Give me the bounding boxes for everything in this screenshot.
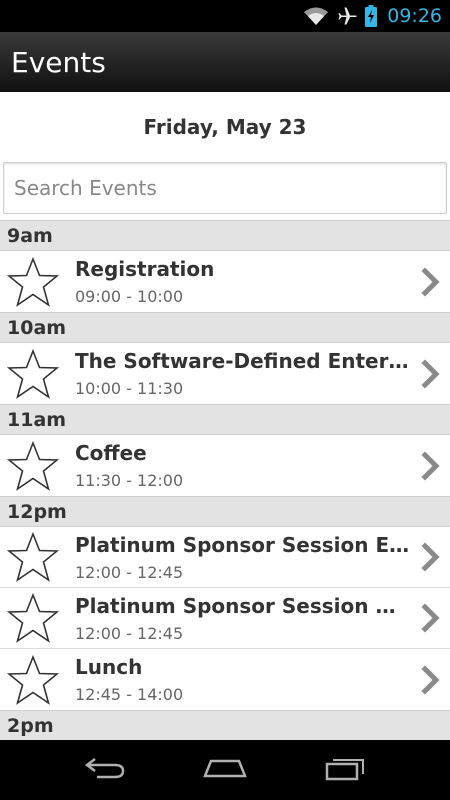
event-text: Coffee 11:30 - 12:00 [75,441,414,490]
section-header: 12pm [0,496,450,527]
favorite-star-icon[interactable] [2,344,64,404]
status-time: 09:26 [387,5,442,27]
recent-apps-button[interactable] [315,750,375,790]
section-header: 9am [0,220,450,251]
event-time: 10:00 - 11:30 [75,379,184,398]
chevron-right-icon[interactable] [414,603,448,633]
action-bar: Events [0,32,450,92]
favorite-star-icon[interactable] [2,588,64,648]
home-button[interactable] [195,750,255,790]
event-text: The Software-Defined Enterpris… 10:00 - 1… [75,349,414,398]
event-text: Platinum Sponsor Session EMC 12:00 - 12:4… [75,533,414,582]
date-heading: Friday, May 23 [143,115,307,139]
event-title: Platinum Sponsor Session EMC [75,532,410,557]
event-title: Coffee [75,441,147,465]
chevron-right-icon[interactable] [414,542,448,572]
page-title: Events [11,45,106,79]
favorite-star-icon[interactable] [2,252,64,312]
favorite-star-icon[interactable] [2,527,64,587]
event-title: The Software-Defined Enterpris… [75,349,410,373]
battery-charging-icon [365,5,378,27]
chevron-right-icon[interactable] [414,664,448,695]
event-time: 12:45 - 14:00 [75,685,184,704]
back-button[interactable] [75,750,135,790]
event-title: Platinum Sponsor Session Cisco [75,593,410,618]
event-time: 11:30 - 12:00 [75,471,184,490]
favorite-star-icon[interactable] [2,650,64,710]
chevron-right-icon[interactable] [414,266,448,297]
events-content[interactable]: Friday, May 23 9am Registration 09:00 - 10… [0,92,450,740]
status-bar: 09:26 [0,0,450,32]
section-header: 10am [0,312,450,343]
event-row[interactable]: Lunch 12:45 - 14:00 [0,649,450,710]
chevron-right-icon[interactable] [414,358,448,389]
airplane-icon [337,6,357,26]
section-header: 2pm [0,710,450,740]
event-text: Registration 09:00 - 10:00 [75,257,414,306]
event-text: Platinum Sponsor Session Cisco 12:00 - 12… [75,594,414,643]
event-row[interactable]: The Software-Defined Enterpris… 10:00 - 1… [0,343,450,404]
home-icon [201,756,249,785]
back-icon [83,756,127,785]
event-title: Registration [75,257,215,281]
event-row[interactable]: Platinum Sponsor Session EMC 12:00 - 12:4… [0,527,450,588]
section-header: 11am [0,404,450,435]
search-input[interactable] [3,162,447,214]
event-row[interactable]: Coffee 11:30 - 12:00 [0,435,450,496]
event-title: Lunch [75,655,143,679]
navigation-bar [0,740,450,800]
wifi-icon [303,6,329,26]
event-row[interactable]: Platinum Sponsor Session Cisco 12:00 - 12… [0,588,450,649]
event-row[interactable]: Registration 09:00 - 10:00 [0,251,450,312]
event-text: Lunch 12:45 - 14:00 [75,655,414,704]
event-time: 12:00 - 12:45 [75,623,184,643]
search-container [0,162,450,220]
event-time: 12:00 - 12:45 [75,562,184,582]
event-list: 9am Registration 09:00 - 10:00 10am The Soft… [0,220,450,740]
recent-apps-icon [323,755,367,786]
chevron-right-icon[interactable] [414,450,448,481]
event-time: 09:00 - 10:00 [75,287,184,306]
favorite-star-icon[interactable] [2,436,64,496]
